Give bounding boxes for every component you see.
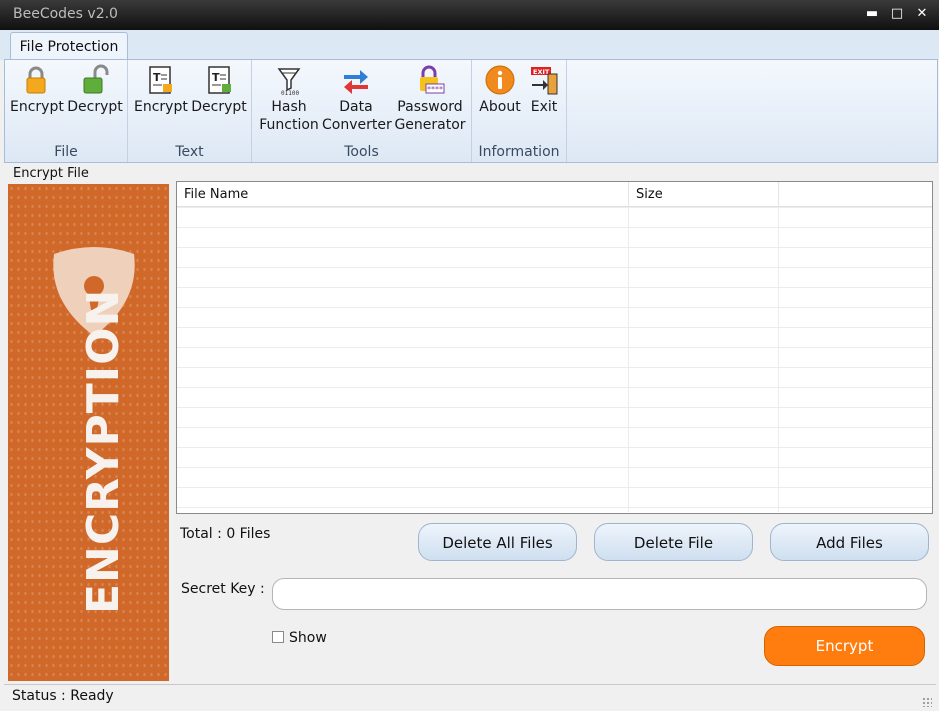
svg-text:T: T bbox=[212, 71, 220, 84]
about-button[interactable]: About bbox=[477, 64, 523, 116]
minimize-icon[interactable]: ▬ bbox=[862, 5, 882, 23]
password-generator-label-1: Password bbox=[397, 99, 463, 115]
svg-text:****: **** bbox=[427, 85, 443, 94]
maximize-icon[interactable]: □ bbox=[887, 5, 907, 23]
hash-function-label-1: Hash bbox=[271, 99, 307, 115]
show-label: Show bbox=[289, 630, 327, 646]
file-list-body[interactable] bbox=[177, 207, 932, 512]
close-icon[interactable]: ✕ bbox=[912, 5, 932, 23]
ribbon-tab-strip: File Protection bbox=[0, 30, 939, 61]
banner-text: ENCRYPTION bbox=[78, 288, 129, 614]
svg-text:T: T bbox=[153, 71, 161, 84]
ribbon-group-information: About EXIT Exit Information bbox=[472, 60, 567, 162]
hash-function-button[interactable]: 01100 Hash Function bbox=[258, 64, 320, 134]
encryption-banner: ENCRYPTION bbox=[8, 184, 169, 681]
convert-arrows-icon bbox=[340, 64, 372, 96]
file-list-header: File Name Size bbox=[177, 182, 932, 207]
column-size[interactable]: Size bbox=[629, 182, 779, 206]
status-text: Status : Ready bbox=[12, 688, 114, 704]
total-files-label: Total : 0 Files bbox=[180, 526, 271, 542]
lock-closed-icon bbox=[20, 64, 52, 96]
encrypt-button[interactable]: Encrypt bbox=[764, 626, 925, 666]
svg-text:EXIT: EXIT bbox=[533, 68, 550, 76]
data-converter-label-1: Data bbox=[339, 99, 373, 115]
group-label-text: Text bbox=[175, 144, 204, 160]
title-bar[interactable]: BeeCodes v2.0 ▬ □ ✕ bbox=[0, 0, 939, 30]
ribbon-panel: Encrypt Decrypt File T Encrypt T Decrypt… bbox=[4, 59, 938, 163]
text-lock-icon: T bbox=[144, 64, 176, 96]
hash-function-label-2: Function bbox=[259, 117, 319, 133]
ribbon-group-text: T Encrypt T Decrypt Text bbox=[128, 60, 252, 162]
text-encrypt-label: Encrypt bbox=[134, 99, 188, 115]
password-lock-icon: **** bbox=[414, 64, 446, 96]
password-generator-label-2: Generator bbox=[394, 117, 466, 133]
group-label-file: File bbox=[54, 144, 78, 160]
hash-funnel-icon: 01100 bbox=[273, 64, 305, 97]
about-label: About bbox=[479, 99, 521, 115]
text-unlock-icon: T bbox=[203, 64, 235, 96]
window-title: BeeCodes v2.0 bbox=[13, 6, 118, 22]
app-window: BeeCodes v2.0 ▬ □ ✕ File Protection Encr… bbox=[0, 0, 939, 711]
lock-open-icon bbox=[79, 64, 111, 96]
exit-button[interactable]: EXIT Exit bbox=[526, 64, 562, 116]
password-generator-button[interactable]: **** Password Generator bbox=[394, 64, 466, 134]
ribbon-group-file: Encrypt Decrypt File bbox=[5, 60, 128, 162]
file-encrypt-button[interactable]: Encrypt bbox=[10, 64, 64, 116]
text-encrypt-button[interactable]: T Encrypt bbox=[134, 64, 188, 116]
delete-all-files-button[interactable]: Delete All Files bbox=[418, 523, 577, 561]
exit-door-icon: EXIT bbox=[528, 64, 560, 96]
data-converter-button[interactable]: Data Converter bbox=[322, 64, 392, 134]
file-list[interactable]: File Name Size bbox=[176, 181, 933, 514]
show-key-checkbox[interactable]: Show bbox=[272, 630, 327, 646]
checkbox-box[interactable] bbox=[272, 631, 284, 643]
status-bar: Status : Ready bbox=[4, 684, 936, 710]
tab-file-protection[interactable]: File Protection bbox=[10, 32, 128, 61]
add-files-button[interactable]: Add Files bbox=[770, 523, 929, 561]
file-decrypt-label: Decrypt bbox=[67, 99, 123, 115]
text-decrypt-button[interactable]: T Decrypt bbox=[191, 64, 247, 116]
ribbon-group-tools: 01100 Hash Function Data Converter **** … bbox=[252, 60, 472, 162]
info-icon bbox=[484, 64, 516, 96]
section-title: Encrypt File bbox=[13, 166, 89, 181]
exit-label: Exit bbox=[530, 99, 558, 115]
file-decrypt-button[interactable]: Decrypt bbox=[67, 64, 123, 116]
secret-key-label: Secret Key : bbox=[181, 581, 265, 597]
data-converter-label-2: Converter bbox=[322, 117, 392, 133]
group-label-information: Information bbox=[478, 144, 560, 160]
group-label-tools: Tools bbox=[344, 144, 379, 160]
text-decrypt-label: Decrypt bbox=[191, 99, 247, 115]
secret-key-input[interactable] bbox=[272, 578, 927, 610]
resize-grip-icon[interactable] bbox=[922, 697, 932, 707]
column-file-name[interactable]: File Name bbox=[177, 182, 629, 206]
file-encrypt-label: Encrypt bbox=[10, 99, 64, 115]
svg-text:01100: 01100 bbox=[281, 90, 299, 96]
delete-file-button[interactable]: Delete File bbox=[594, 523, 753, 561]
